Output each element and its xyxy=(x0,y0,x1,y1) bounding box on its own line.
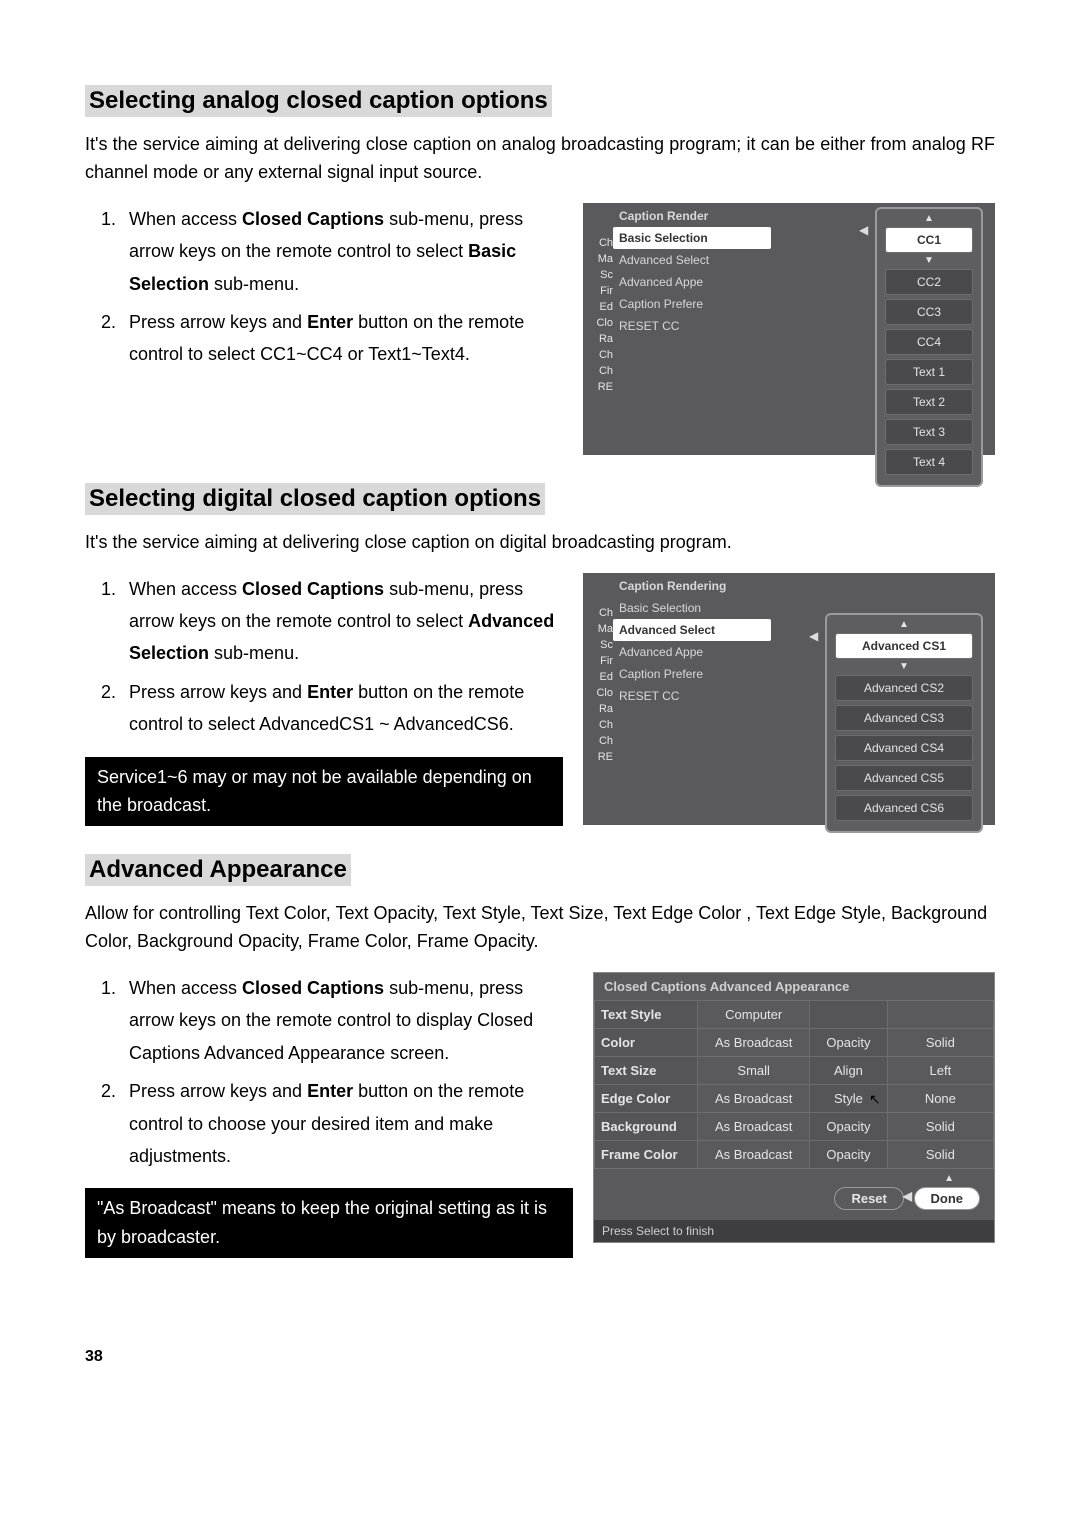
cc-item-advanced-appearance[interactable]: Advanced Appe xyxy=(613,271,771,293)
intro-appearance: Allow for controlling Text Color, Text O… xyxy=(85,900,995,956)
value-frame-color[interactable]: As Broadcast xyxy=(698,1141,810,1169)
dialog-title: Closed Captions Advanced Appearance xyxy=(594,973,994,1000)
cc-item-advanced-select[interactable]: Advanced Select xyxy=(613,619,771,641)
option-cc1[interactable]: CC1 xyxy=(885,227,973,253)
option-advanced-cs5[interactable]: Advanced CS5 xyxy=(835,765,973,791)
value-text-style[interactable]: Computer xyxy=(698,1001,810,1029)
table-row: Text Size Small Align Left xyxy=(595,1057,994,1085)
option-advanced-cs3[interactable]: Advanced CS3 xyxy=(835,705,973,731)
label-blank xyxy=(810,1001,888,1029)
step-appearance-1: When access Closed Captions sub-menu, pr… xyxy=(121,972,573,1069)
sidebar-labels: ChMaScFirEdCloRaChChRE xyxy=(583,235,615,395)
chevron-up-icon: ▲ xyxy=(831,621,977,629)
value-background[interactable]: As Broadcast xyxy=(698,1113,810,1141)
table-row: Text Style Computer xyxy=(595,1001,994,1029)
option-text3[interactable]: Text 3 xyxy=(885,419,973,445)
step-digital-1: When access Closed Captions sub-menu, pr… xyxy=(121,573,563,670)
cc-submenu: Caption Rendering Basic Selection Advanc… xyxy=(613,575,771,707)
steps-digital: When access Closed Captions sub-menu, pr… xyxy=(85,573,563,741)
chevron-down-icon: ▼ xyxy=(831,663,977,671)
cursor-icon: ↖ xyxy=(869,1091,881,1108)
value-align[interactable]: Left xyxy=(887,1057,993,1085)
heading-advanced-appearance: Advanced Appearance xyxy=(85,854,351,886)
table-row: Edge Color As Broadcast Style↖ None xyxy=(595,1085,994,1113)
heading-digital-cc: Selecting digital closed caption options xyxy=(85,483,545,515)
done-button[interactable]: Done xyxy=(914,1187,981,1210)
value-style[interactable]: None xyxy=(887,1085,993,1113)
value-text-size[interactable]: Small xyxy=(698,1057,810,1085)
steps-appearance: When access Closed Captions sub-menu, pr… xyxy=(85,972,573,1172)
chevron-up-icon: ▲ xyxy=(881,215,977,223)
chevron-down-icon: ▼ xyxy=(881,257,977,265)
cc-item-reset-cc[interactable]: RESET CC xyxy=(613,315,771,337)
label-text-style: Text Style xyxy=(595,1001,698,1029)
appearance-table: Text Style Computer Color As Broadcast O… xyxy=(594,1000,994,1169)
cc-item-advanced-select[interactable]: Advanced Select xyxy=(613,249,771,271)
value-opacity[interactable]: Solid xyxy=(887,1029,993,1057)
table-row: Background As Broadcast Opacity Solid xyxy=(595,1113,994,1141)
value-color[interactable]: As Broadcast xyxy=(698,1029,810,1057)
option-text4[interactable]: Text 4 xyxy=(885,449,973,475)
value-edge-color[interactable]: As Broadcast xyxy=(698,1085,810,1113)
callout-service-availability: Service1~6 may or may not be available d… xyxy=(85,757,563,827)
cc-submenu: Caption Render Basic Selection Advanced … xyxy=(613,205,771,337)
option-text1[interactable]: Text 1 xyxy=(885,359,973,385)
step-digital-2: Press arrow keys and Enter button on the… xyxy=(121,676,563,741)
page-number: 38 xyxy=(85,1348,995,1366)
label-opacity: Opacity xyxy=(810,1029,888,1057)
option-text2[interactable]: Text 2 xyxy=(885,389,973,415)
intro-analog: It's the service aiming at delivering cl… xyxy=(85,131,995,187)
heading-analog-cc: Selecting analog closed caption options xyxy=(85,85,552,117)
label-background: Background xyxy=(595,1113,698,1141)
label-align: Align xyxy=(810,1057,888,1085)
cc-submenu-header: Caption Rendering xyxy=(613,575,771,597)
label-style: Style↖ xyxy=(810,1085,888,1113)
sidebar-labels: ChMaScFirEdCloRaChChRE xyxy=(583,605,615,765)
cc-options-panel: ◀ ▲ Advanced CS1 ▼ Advanced CS2 Advanced… xyxy=(825,613,983,833)
label-color: Color xyxy=(595,1029,698,1057)
cc-item-advanced-appearance[interactable]: Advanced Appe xyxy=(613,641,771,663)
cc-options-panel: ◀ ▲ CC1 ▼ CC2 CC3 CC4 Text 1 Text 2 Text… xyxy=(875,207,983,487)
chevron-left-icon: ◀ xyxy=(903,1189,912,1203)
label-bg-opacity: Opacity xyxy=(810,1113,888,1141)
label-frame-color: Frame Color xyxy=(595,1141,698,1169)
option-cc4[interactable]: CC4 xyxy=(885,329,973,355)
screenshot-advanced-selection: ChMaScFirEdCloRaChChRE Caption Rendering… xyxy=(583,573,995,825)
value-frame-opacity[interactable]: Solid xyxy=(887,1141,993,1169)
step-analog-2: Press arrow keys and Enter button on the… xyxy=(121,306,563,371)
table-row: Color As Broadcast Opacity Solid xyxy=(595,1029,994,1057)
option-cc2[interactable]: CC2 xyxy=(885,269,973,295)
option-advanced-cs6[interactable]: Advanced CS6 xyxy=(835,795,973,821)
reset-button[interactable]: Reset xyxy=(834,1187,903,1210)
callout-as-broadcast: "As Broadcast" means to keep the origina… xyxy=(85,1188,573,1258)
value-bg-opacity[interactable]: Solid xyxy=(887,1113,993,1141)
option-advanced-cs2[interactable]: Advanced CS2 xyxy=(835,675,973,701)
screenshot-advanced-appearance: Closed Captions Advanced Appearance Text… xyxy=(593,972,995,1243)
cc-item-caption-preference[interactable]: Caption Prefere xyxy=(613,663,771,685)
value-blank xyxy=(887,1001,993,1029)
cc-item-caption-preference[interactable]: Caption Prefere xyxy=(613,293,771,315)
label-frame-opacity: Opacity xyxy=(810,1141,888,1169)
dialog-footer-hint: Press Select to finish xyxy=(594,1220,994,1242)
steps-analog: When access Closed Captions sub-menu, pr… xyxy=(85,203,563,371)
table-row: Frame Color As Broadcast Opacity Solid xyxy=(595,1141,994,1169)
chevron-up-icon: ▲ xyxy=(944,1173,954,1184)
option-advanced-cs4[interactable]: Advanced CS4 xyxy=(835,735,973,761)
label-text-size: Text Size xyxy=(595,1057,698,1085)
step-appearance-2: Press arrow keys and Enter button on the… xyxy=(121,1075,573,1172)
intro-digital: It's the service aiming at delivering cl… xyxy=(85,529,995,557)
cc-item-basic-selection[interactable]: Basic Selection xyxy=(613,597,771,619)
chevron-left-icon: ◀ xyxy=(809,629,818,643)
cc-submenu-header: Caption Render xyxy=(613,205,771,227)
label-edge-color: Edge Color xyxy=(595,1085,698,1113)
chevron-left-icon: ◀ xyxy=(859,223,868,237)
cc-item-reset-cc[interactable]: RESET CC xyxy=(613,685,771,707)
option-cc3[interactable]: CC3 xyxy=(885,299,973,325)
screenshot-basic-selection: ChMaScFirEdCloRaChChRE Caption Render Ba… xyxy=(583,203,995,455)
cc-item-basic-selection[interactable]: Basic Selection xyxy=(613,227,771,249)
option-advanced-cs1[interactable]: Advanced CS1 xyxy=(835,633,973,659)
step-analog-1: When access Closed Captions sub-menu, pr… xyxy=(121,203,563,300)
